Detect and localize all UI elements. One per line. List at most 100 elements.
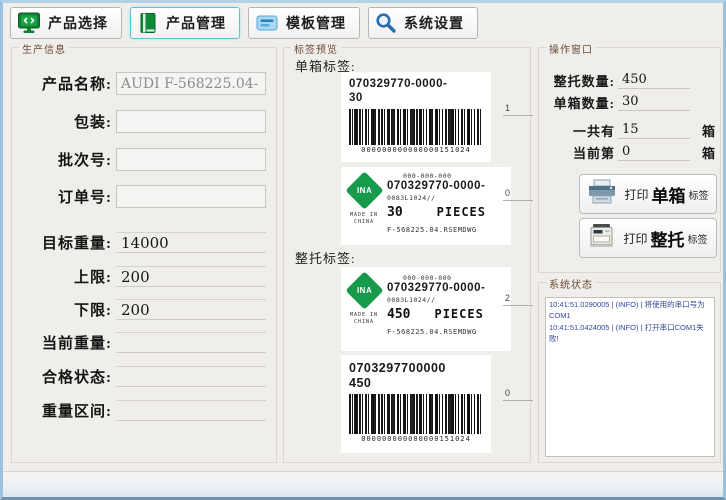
box-qty-row: 单箱数量: 30 [545,92,715,112]
print-single-prefix: 打印 [624,186,648,203]
pallet-qty-field[interactable]: 450 [618,71,690,89]
ina-logo: INA [345,171,383,209]
template-manage-button[interactable]: 模板管理 [248,7,360,39]
current-weight-field[interactable] [116,332,266,353]
qualified-status-field[interactable] [116,366,266,387]
toolbar: 产品选择 产品管理 模板管理 [10,7,478,39]
label2-text-column: 000-000-000 070329770-0000- 0083L1024// … [387,167,486,245]
order-no-row: 订单号: [16,185,266,208]
weight-range-label: 重量区间: [16,400,112,421]
total-boxes-label: 一共有 [545,121,615,140]
label3-count-field[interactable]: 2 [503,293,533,306]
production-info-group: 生产信息 产品名称: AUDI F-568225.04- 包装: 批次号: 订单… [11,47,277,463]
product-select-label: 产品选择 [48,13,108,33]
target-weight-row: 目标重量: 14000 [16,232,266,253]
batch-no-label: 批次号: [16,149,112,170]
label2-count-field[interactable]: 0 [503,188,533,201]
pallet-qty-label: 整托数量: [545,71,615,90]
label2-top-code: 000-000-000 [403,172,486,180]
label-preview-title: 标签预览 [291,41,341,56]
operation-title: 操作窗口 [546,41,596,56]
total-boxes-suffix: 箱 [702,121,715,140]
current-box-suffix: 箱 [702,143,715,162]
order-no-field[interactable] [116,185,266,208]
upper-limit-label: 上限: [16,266,112,287]
print-pallet-label-button[interactable]: 打印 整托 标签 [579,218,717,258]
lower-limit-row: 下限: 200 [16,299,266,320]
copier-printer-icon [588,223,616,254]
label3-text-column: 000-000-000 070329770-0000- 0083L1024// … [387,267,485,351]
label1-barcode [349,109,483,145]
total-boxes-row: 一共有 15 箱 [545,120,715,140]
weight-range-field[interactable] [116,400,266,421]
label3-qty-row: 450 PIECES [387,307,485,322]
label2-logo-column: INA MADE IN CHINA [341,167,387,245]
book-icon [137,12,159,34]
current-box-field[interactable]: 0 [618,143,690,161]
label3-top-code: 000-000-000 [403,274,485,282]
label-preview-group: 标签预览 单箱标签: 070329770-0000- 30 0000000000… [283,47,531,463]
label2-code: 070329770-0000- [387,180,486,194]
product-name-row: 产品名称: AUDI F-568225.04- [16,72,266,95]
ina-logo: INA [345,271,383,309]
current-box-label: 当前第 [545,143,615,162]
target-weight-field[interactable]: 14000 [116,232,266,253]
label2-part-number: F-568225.04.RSEMDWG [387,226,486,235]
label3-code: 070329770-0000- [387,282,485,296]
label2-qty: 30 [387,205,403,220]
total-boxes-field[interactable]: 15 [618,121,690,139]
upper-limit-field[interactable]: 200 [116,266,266,287]
status-bar [3,471,723,497]
package-row: 包装: [16,110,266,133]
batch-no-field[interactable] [116,148,266,171]
production-info-title: 生产信息 [19,41,69,56]
label4-code: 0703297700000 [349,361,483,376]
product-name-field[interactable]: AUDI F-568225.04- [116,72,266,95]
product-select-button[interactable]: 产品选择 [10,7,122,39]
log-line: 10:41:51.0424005 | (INFO) | 打开串口COM1失败! [549,323,711,345]
template-icon [255,13,279,33]
order-no-label: 订单号: [16,186,112,207]
pallet-ina-label-preview: INA MADE IN CHINA 000-000-000 070329770-… [341,267,511,351]
label3-part-number: F-568225.04.RSEMDWG [387,328,485,337]
label4-count-field[interactable]: 0 [503,388,533,401]
system-log-box[interactable]: 10:41:51.0290005 | (INFO) | 将使用的串口号为 COM… [545,297,715,457]
product-manage-button[interactable]: 产品管理 [130,7,240,39]
printer-icon [587,179,617,210]
target-weight-label: 目标重量: [16,232,112,253]
pallet-label-heading: 整托标签: [295,248,356,267]
print-single-suffix: 标签 [689,187,709,202]
system-settings-button[interactable]: 系统设置 [368,7,478,39]
print-pallet-main: 整托 [651,226,685,251]
system-status-title: 系统状态 [546,276,596,291]
pallet-qty-row: 整托数量: 450 [545,70,715,90]
label1-count-field[interactable]: 1 [503,103,533,116]
label1-barcode-number: 000000000000000151024 [349,146,483,154]
label4-qty: 450 [349,376,483,391]
product-manage-label: 产品管理 [166,13,226,33]
box-qty-field[interactable]: 30 [618,93,690,111]
pallet-barcode-label-preview: 0703297700000 450 000000000000000151024 [341,355,491,453]
weight-range-row: 重量区间: [16,400,266,421]
lower-limit-field[interactable]: 200 [116,299,266,320]
upper-limit-row: 上限: 200 [16,266,266,287]
qualified-status-row: 合格状态: [16,366,266,387]
single-box-barcode-label-preview: 070329770-0000- 30 000000000000000151024 [341,72,491,162]
current-weight-row: 当前重量: [16,332,266,353]
system-settings-label: 系统设置 [404,13,464,33]
label1-qty: 30 [349,92,483,106]
label3-made-in: MADE IN CHINA [347,312,381,326]
magnifier-icon [375,12,397,34]
label3-qty: 450 [387,307,410,322]
ina-logo-text: INA [356,286,371,295]
template-manage-label: 模板管理 [286,13,346,33]
qualified-status-label: 合格状态: [16,366,112,387]
label3-logo-column: INA MADE IN CHINA [341,267,387,351]
package-field[interactable] [116,110,266,133]
print-single-box-label-button[interactable]: 打印 单箱 标签 [579,174,717,214]
box-qty-label: 单箱数量: [545,93,615,112]
monitor-icon [17,12,41,34]
operation-group: 操作窗口 整托数量: 450 单箱数量: 30 一共有 15 箱 当前第 0 箱 [538,47,721,273]
system-status-group: 系统状态 10:41:51.0290005 | (INFO) | 将使用的串口号… [538,282,721,463]
label1-code: 070329770-0000- [349,78,483,92]
